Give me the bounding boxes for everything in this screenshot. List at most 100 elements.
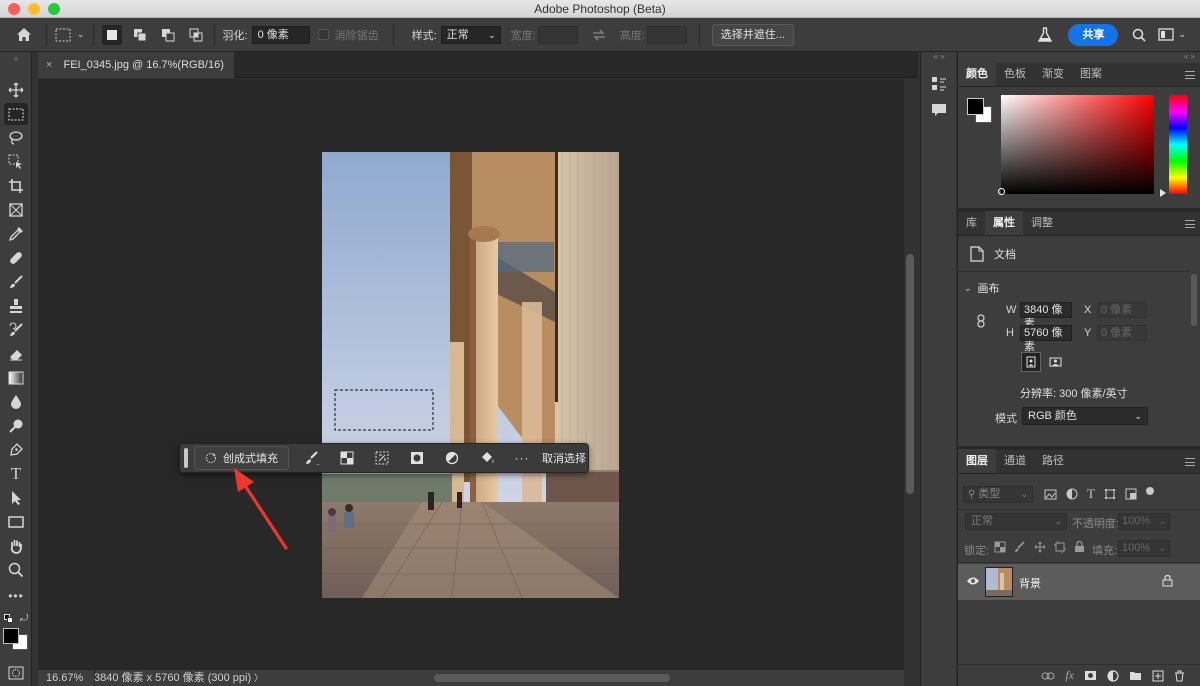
link-dimensions-button[interactable] <box>976 314 986 331</box>
brush-tool[interactable] <box>4 271 28 293</box>
lasso-tool[interactable] <box>4 127 28 149</box>
select-and-mask-button[interactable]: 选择并遮住... <box>711 23 794 46</box>
foreground-color-swatch[interactable] <box>3 628 19 644</box>
shape-filter-icon[interactable] <box>1104 488 1116 500</box>
tab-channels[interactable]: 通道 <box>996 449 1034 473</box>
rectangle-tool[interactable] <box>4 511 28 533</box>
new-adjustment-icon[interactable] <box>1107 669 1119 682</box>
clone-stamp-tool[interactable] <box>4 295 28 317</box>
history-brush-tool[interactable] <box>4 319 28 341</box>
labs-button[interactable] <box>1038 18 1053 52</box>
zoom-window-button[interactable] <box>48 3 60 15</box>
lock-position-icon[interactable] <box>1034 541 1046 553</box>
swap-colors-icon[interactable]: ⤾ <box>20 613 28 624</box>
fill-selection-button[interactable] <box>476 450 498 466</box>
tab-swatches[interactable]: 色板 <box>996 62 1034 86</box>
lock-transparent-icon[interactable] <box>994 541 1006 553</box>
blur-tool[interactable] <box>4 391 28 413</box>
home-button[interactable] <box>0 18 32 52</box>
tab-layers[interactable]: 图层 <box>958 449 996 473</box>
horizontal-scrollbar[interactable] <box>434 674 670 682</box>
layers-panel-menu-icon[interactable] <box>1185 458 1195 466</box>
marquee-selection[interactable] <box>334 389 434 431</box>
edit-toolbar-button[interactable]: ••• <box>4 585 28 607</box>
dodge-tool[interactable] <box>4 415 28 437</box>
layer-style-icon[interactable]: fx <box>1065 668 1074 683</box>
pixel-filter-icon[interactable] <box>1044 489 1057 500</box>
modify-selection-button[interactable] <box>301 450 323 466</box>
properties-scrollbar[interactable] <box>1191 274 1197 326</box>
color-picker-handle[interactable] <box>998 188 1005 195</box>
workspace-switcher[interactable]: ⌄ <box>1158 18 1186 52</box>
hue-slider[interactable] <box>1169 95 1187 194</box>
antialias-checkbox[interactable] <box>317 29 329 40</box>
layer-name[interactable]: 背景 <box>1019 575 1041 591</box>
tab-adjustments[interactable]: 调整 <box>1023 211 1061 235</box>
object-selection-tool[interactable] <box>4 151 28 173</box>
tab-libraries[interactable]: 库 <box>958 211 985 235</box>
mode-select[interactable]: RGB 颜色 ⌄ <box>1022 407 1148 425</box>
default-colors-icon[interactable] <box>4 614 13 623</box>
lock-artboard-icon[interactable] <box>1054 541 1066 553</box>
new-layer-icon[interactable] <box>1152 670 1164 682</box>
width-input[interactable] <box>537 25 578 44</box>
color-panel-menu-icon[interactable] <box>1185 71 1195 79</box>
healing-brush-tool[interactable] <box>4 247 28 269</box>
pen-tool[interactable] <box>4 439 28 461</box>
select-subject-button[interactable] <box>336 451 358 465</box>
close-window-button[interactable] <box>8 3 20 15</box>
hand-tool[interactable] <box>4 535 28 557</box>
subtract-selection-button[interactable] <box>158 25 178 45</box>
lock-all-icon[interactable] <box>1074 541 1085 553</box>
style-select[interactable]: 正常 ⌄ <box>440 25 501 44</box>
document-tab[interactable]: × FEI_0345.jpg @ 16.7%(RGB/16) <box>38 52 234 78</box>
close-tab-icon[interactable]: × <box>46 59 52 71</box>
frame-tool[interactable] <box>4 199 28 221</box>
invert-selection-button[interactable] <box>371 451 393 465</box>
swap-dimensions-button[interactable] <box>592 18 606 52</box>
rectangular-marquee-tool[interactable] <box>4 103 28 125</box>
canvas-y-input[interactable]: 0 像素 <box>1097 325 1147 341</box>
add-mask-icon[interactable] <box>1084 670 1097 681</box>
color-swatch-pair[interactable] <box>967 98 993 124</box>
feather-input[interactable]: 0 像素 <box>251 25 310 44</box>
deselect-button[interactable]: 取消选择 <box>542 450 586 466</box>
canvas-width-input[interactable]: 3840 像素 <box>1020 302 1072 330</box>
filter-toggle-icon[interactable] <box>1145 487 1154 495</box>
info-menu-chevron[interactable]: 〉 <box>254 670 263 686</box>
marquee-preset-picker[interactable]: ⌄ <box>55 18 85 52</box>
lock-pixels-icon[interactable] <box>1014 541 1026 553</box>
collapse-toolbar-icon[interactable]: » <box>0 54 32 63</box>
eraser-tool[interactable] <box>4 343 28 365</box>
eyedropper-tool[interactable] <box>4 223 28 245</box>
portrait-orientation-button[interactable] <box>1021 352 1041 372</box>
layer-row[interactable]: 背景 <box>958 564 1200 600</box>
path-selection-tool[interactable] <box>4 487 28 509</box>
canvas-area[interactable] <box>38 79 914 669</box>
crop-tool[interactable] <box>4 175 28 197</box>
link-layers-icon[interactable] <box>1041 672 1055 680</box>
document-image[interactable] <box>322 152 619 598</box>
comments-panel-button[interactable] <box>931 102 947 121</box>
create-mask-button[interactable] <box>406 451 428 465</box>
move-tool[interactable] <box>4 79 28 101</box>
collapse-strip-icon[interactable]: « » <box>921 52 957 62</box>
search-button[interactable] <box>1132 18 1147 52</box>
zoom-tool[interactable] <box>4 559 28 581</box>
color-field[interactable] <box>998 95 1154 195</box>
fill-input[interactable]: 100% ⌄ <box>1118 540 1170 557</box>
opacity-input[interactable]: 100% ⌄ <box>1118 513 1170 530</box>
tab-properties[interactable]: 属性 <box>985 211 1023 235</box>
layer-visibility-toggle[interactable] <box>966 576 980 589</box>
tab-paths[interactable]: 路径 <box>1034 449 1072 473</box>
quick-mask-button[interactable] <box>4 662 28 684</box>
adjustment-layer-button[interactable] <box>441 451 463 465</box>
tab-patterns[interactable]: 图案 <box>1072 62 1110 86</box>
smart-object-filter-icon[interactable] <box>1125 488 1137 500</box>
zoom-level[interactable]: 16.67% <box>46 670 83 686</box>
type-filter-icon[interactable]: T <box>1087 486 1095 502</box>
vertical-scrollbar[interactable] <box>906 254 914 494</box>
hue-slider-handle[interactable] <box>1160 189 1166 197</box>
canvas-x-input[interactable]: 0 像素 <box>1097 302 1147 318</box>
adjustment-filter-icon[interactable] <box>1066 488 1078 500</box>
